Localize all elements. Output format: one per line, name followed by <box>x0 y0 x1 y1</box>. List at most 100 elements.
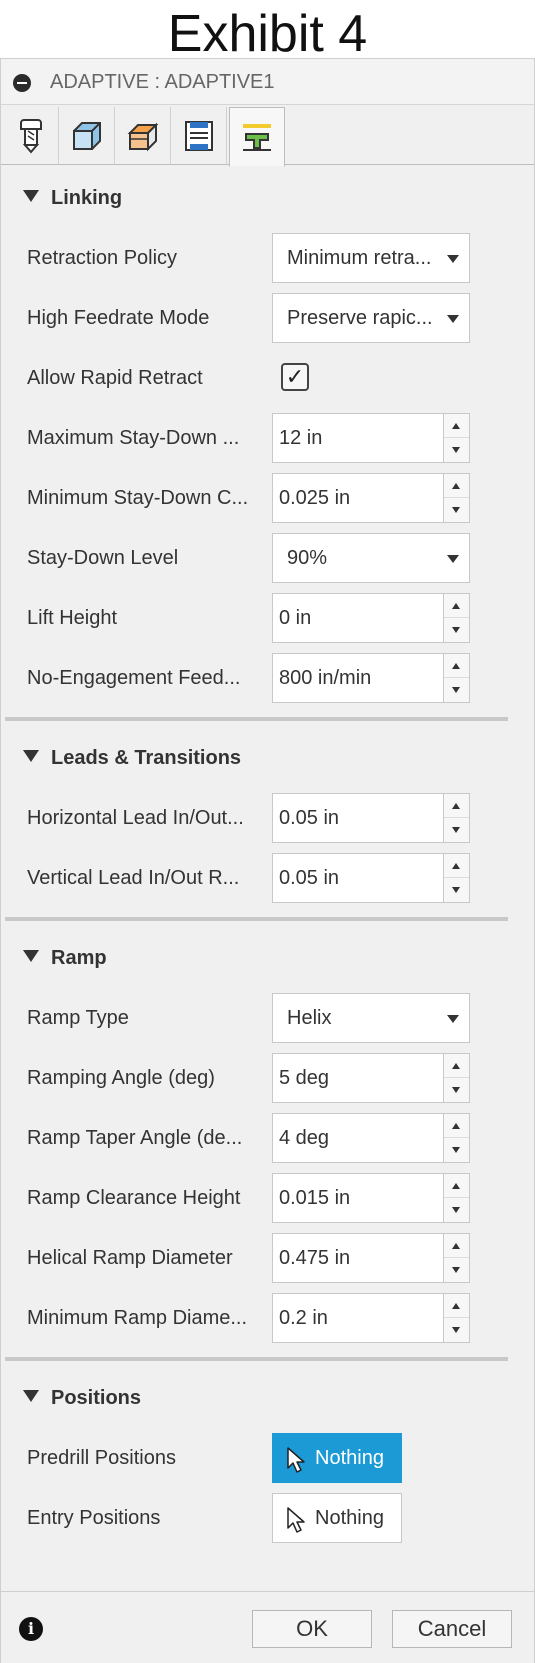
linking-section-header[interactable]: Linking <box>23 187 122 210</box>
ramp-taper-value[interactable]: 4 deg <box>279 1114 329 1162</box>
spin-down-icon[interactable] <box>444 618 469 642</box>
tool-icon <box>19 119 42 154</box>
ramp-type-dropdown[interactable]: Helix <box>272 993 470 1043</box>
tab-tool[interactable] <box>3 107 59 165</box>
helical-ramp-label: Helical Ramp Diameter <box>27 1247 233 1269</box>
info-icon[interactable]: i <box>19 1617 43 1641</box>
spin-up-icon[interactable] <box>444 1114 469 1138</box>
chevron-down-icon <box>447 315 459 323</box>
section-divider <box>5 1357 508 1361</box>
ramp-clearance-field[interactable]: 0.015 in <box>272 1173 470 1223</box>
lift-height-label: Lift Height <box>27 607 118 629</box>
spin-up-icon[interactable] <box>444 854 469 878</box>
spin-down-icon[interactable] <box>444 438 469 462</box>
predrill-positions-select[interactable]: Nothing <box>272 1433 402 1483</box>
tab-linking[interactable] <box>229 107 285 167</box>
min-staydown-field[interactable]: 0.025 in <box>272 473 470 523</box>
spin-down-icon[interactable] <box>444 1318 469 1342</box>
collapse-icon[interactable] <box>13 74 31 92</box>
spin-up-icon[interactable] <box>444 1234 469 1258</box>
vertical-lead-value[interactable]: 0.05 in <box>279 854 339 902</box>
spinner-arrows <box>443 1174 469 1222</box>
exhibit-title: Exhibit 4 <box>167 5 368 63</box>
spin-up-icon[interactable] <box>444 414 469 438</box>
spin-down-icon[interactable] <box>444 878 469 902</box>
dialog-title: ADAPTIVE : ADAPTIVE1 <box>50 71 275 93</box>
ramp-section-header[interactable]: Ramp <box>23 947 107 970</box>
passes-icon <box>184 121 213 151</box>
spinner-arrows <box>443 594 469 642</box>
allow-rapid-retract-checkbox[interactable]: ✓ <box>281 363 309 391</box>
ramp-taper-field[interactable]: 4 deg <box>272 1113 470 1163</box>
tab-bar <box>1 105 534 167</box>
chevron-down-icon <box>447 1015 459 1023</box>
helical-ramp-field[interactable]: 0.475 in <box>272 1233 470 1283</box>
dialog-titlebar: ADAPTIVE : ADAPTIVE1 <box>1 59 534 105</box>
spinner-arrows <box>443 474 469 522</box>
dialog-footer: i OK Cancel <box>1 1591 534 1663</box>
spin-down-icon[interactable] <box>444 498 469 522</box>
spin-up-icon[interactable] <box>444 1174 469 1198</box>
min-staydown-value[interactable]: 0.025 in <box>279 474 350 522</box>
spin-down-icon[interactable] <box>444 678 469 702</box>
predrill-positions-label: Predrill Positions <box>27 1447 176 1469</box>
ramping-angle-field[interactable]: 5 deg <box>272 1053 470 1103</box>
staydown-level-label: Stay-Down Level <box>27 547 179 569</box>
no-engagement-value[interactable]: 800 in/min <box>279 654 371 702</box>
spin-up-icon[interactable] <box>444 1054 469 1078</box>
ramping-angle-value[interactable]: 5 deg <box>279 1054 329 1102</box>
retraction-policy-label: Retraction Policy <box>27 247 178 269</box>
spinner-arrows <box>443 1234 469 1282</box>
expand-triangle-icon <box>23 1390 39 1402</box>
spin-down-icon[interactable] <box>444 1258 469 1282</box>
spin-down-icon[interactable] <box>444 818 469 842</box>
leads-section-header[interactable]: Leads & Transitions <box>23 747 241 770</box>
spin-down-icon[interactable] <box>444 1198 469 1222</box>
ramp-taper-label: Ramp Taper Angle (de... <box>27 1127 243 1149</box>
tab-geometry[interactable] <box>59 107 115 165</box>
expand-triangle-icon <box>23 750 39 762</box>
no-engagement-label: No-Engagement Feed... <box>27 667 241 689</box>
spinner-arrows <box>443 654 469 702</box>
spin-down-icon[interactable] <box>444 1138 469 1162</box>
tab-passes[interactable] <box>171 107 227 165</box>
staydown-level-dropdown[interactable]: 90% <box>272 533 470 583</box>
cancel-button[interactable]: Cancel <box>392 1610 512 1648</box>
ramping-angle-label: Ramping Angle (deg) <box>27 1067 215 1089</box>
min-ramp-diameter-field[interactable]: 0.2 in <box>272 1293 470 1343</box>
high-feedrate-dropdown[interactable]: Preserve rapic... <box>272 293 470 343</box>
spin-down-icon[interactable] <box>444 1078 469 1102</box>
max-staydown-value[interactable]: 12 in <box>279 414 322 462</box>
spinner-arrows <box>443 1114 469 1162</box>
lift-height-field[interactable]: 0 in <box>272 593 470 643</box>
spin-up-icon[interactable] <box>444 654 469 678</box>
geometry-icon <box>72 122 101 150</box>
horizontal-lead-value[interactable]: 0.05 in <box>279 794 339 842</box>
spin-up-icon[interactable] <box>444 474 469 498</box>
linking-icon <box>243 124 271 151</box>
entry-positions-select[interactable]: Nothing <box>272 1493 402 1543</box>
max-staydown-label: Maximum Stay-Down ... <box>27 427 240 449</box>
spin-up-icon[interactable] <box>444 1294 469 1318</box>
spinner-arrows <box>443 1294 469 1342</box>
max-staydown-field[interactable]: 12 in <box>272 413 470 463</box>
min-ramp-diameter-value[interactable]: 0.2 in <box>279 1294 328 1342</box>
ramp-clearance-value[interactable]: 0.015 in <box>279 1174 350 1222</box>
horizontal-lead-field[interactable]: 0.05 in <box>272 793 470 843</box>
spin-up-icon[interactable] <box>444 794 469 818</box>
spin-up-icon[interactable] <box>444 594 469 618</box>
positions-section-header[interactable]: Positions <box>23 1387 141 1410</box>
no-engagement-field[interactable]: 800 in/min <box>272 653 470 703</box>
spinner-arrows <box>443 794 469 842</box>
tab-heights[interactable] <box>115 107 171 165</box>
helical-ramp-value[interactable]: 0.475 in <box>279 1234 350 1282</box>
lift-height-value[interactable]: 0 in <box>279 594 311 642</box>
retraction-policy-dropdown[interactable]: Minimum retra... <box>272 233 470 283</box>
chevron-down-icon <box>447 555 459 563</box>
ok-button[interactable]: OK <box>252 1610 372 1648</box>
expand-triangle-icon <box>23 950 39 962</box>
min-staydown-label: Minimum Stay-Down C... <box>27 487 249 509</box>
spinner-arrows <box>443 854 469 902</box>
section-divider <box>5 917 508 921</box>
vertical-lead-field[interactable]: 0.05 in <box>272 853 470 903</box>
